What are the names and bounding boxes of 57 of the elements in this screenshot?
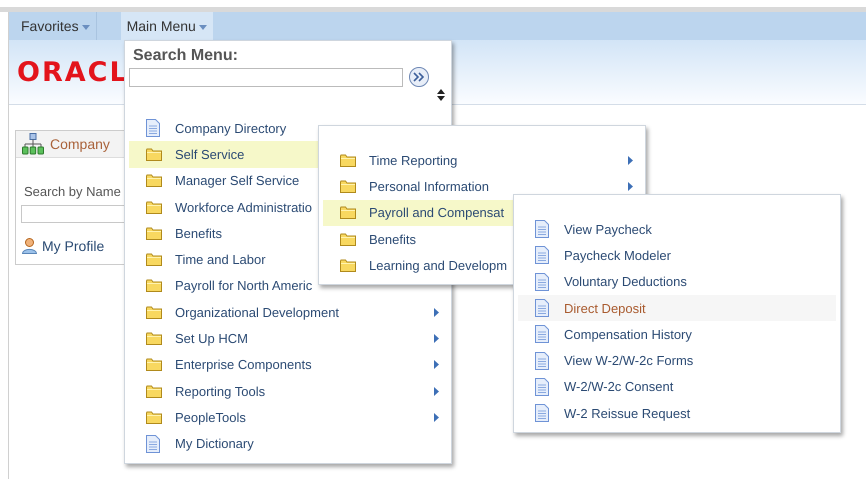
menu-item[interactable]: View W-2/W-2c Forms — [518, 347, 836, 374]
folder-icon — [340, 206, 356, 220]
folder-icon — [146, 306, 162, 319]
name-search-field[interactable] — [21, 205, 125, 223]
folder-icon — [146, 279, 162, 292]
document-icon — [535, 352, 549, 370]
menu-item[interactable]: Payroll for North Americ — [129, 272, 447, 300]
folder-icon — [146, 410, 162, 424]
logo: ORACL — [17, 56, 129, 88]
person-icon — [22, 238, 37, 254]
document-icon — [535, 272, 549, 291]
pagelet-title: Company — [50, 136, 110, 152]
folder-icon — [340, 258, 356, 272]
folder-icon — [146, 384, 162, 398]
folder-icon — [340, 180, 356, 193]
nav-tab[interactable]: Main Menu — [120, 12, 213, 40]
sort-icon[interactable] — [437, 89, 445, 101]
document-icon — [535, 246, 549, 264]
folder-icon — [146, 148, 162, 161]
caret-icon — [82, 25, 90, 30]
menu-item[interactable]: Personal Information — [323, 173, 641, 200]
folder-icon — [146, 358, 162, 372]
document-icon — [535, 325, 549, 344]
menu-item[interactable]: Enterprise Components — [129, 352, 447, 378]
folder-icon — [146, 332, 162, 346]
search-menu-label: Search Menu: — [133, 47, 239, 65]
folder-icon — [340, 232, 356, 246]
document-icon — [146, 119, 160, 138]
menu-item[interactable]: Compensation History — [518, 321, 836, 348]
search-label: Search by Name — [24, 184, 122, 199]
menu-item[interactable]: Voluntary Deductions — [518, 268, 836, 295]
folder-icon — [146, 253, 162, 266]
menu-item[interactable]: Reporting Tools — [129, 378, 447, 404]
my-profile-link[interactable]: My Profile — [22, 238, 104, 254]
menu-item[interactable]: Organizational Development — [129, 299, 447, 326]
org-chart-icon — [22, 133, 44, 155]
document-icon — [535, 404, 549, 422]
search-button[interactable] — [409, 67, 429, 87]
menu-item[interactable]: Direct Deposit — [518, 294, 836, 322]
folder-icon — [146, 174, 162, 188]
document-icon — [535, 299, 549, 318]
menu-item[interactable]: Set Up HCM — [129, 325, 447, 352]
menu-search-field[interactable] — [129, 68, 403, 86]
folder-icon — [146, 226, 162, 240]
document-icon — [535, 378, 549, 396]
menu-item[interactable]: W-2 Reissue Request — [518, 400, 836, 426]
menu-item[interactable]: Paycheck Modeler — [518, 242, 836, 269]
folder-icon — [146, 200, 162, 214]
double-chevron-icon — [413, 72, 425, 82]
document-icon — [146, 434, 160, 453]
menu-item[interactable]: W-2/W-2c Consent — [518, 374, 836, 400]
menu-item[interactable]: PeopleTools — [129, 404, 447, 431]
menu-item[interactable]: Company Directory — [129, 115, 447, 142]
menu-item[interactable]: My Dictionary — [129, 430, 447, 457]
document-icon — [535, 220, 549, 238]
caret-icon — [198, 25, 207, 30]
folder-icon — [340, 154, 356, 167]
